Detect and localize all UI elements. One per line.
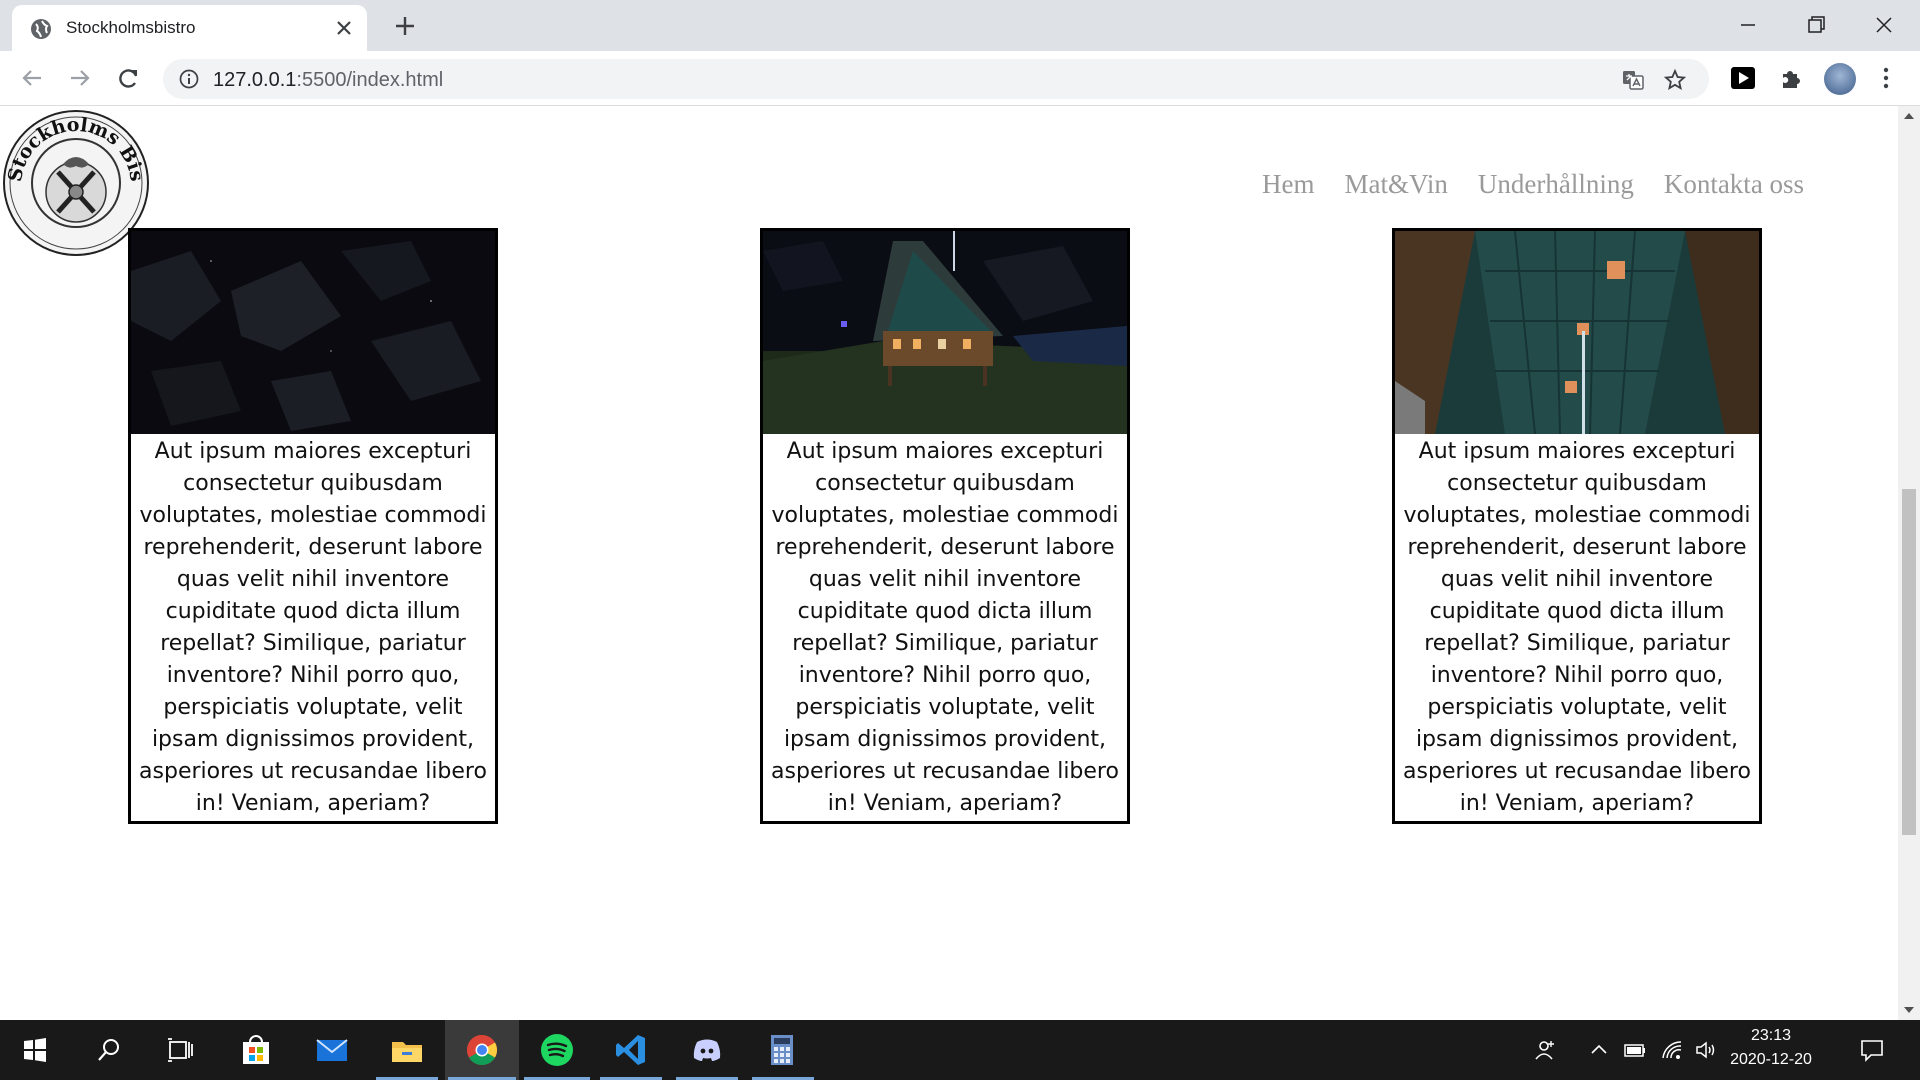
nav-link-mat-vin[interactable]: Mat&Vin (1344, 169, 1447, 200)
nav-link-underhallning[interactable]: Underhållning (1478, 169, 1634, 200)
minimize-icon[interactable] (1733, 10, 1763, 40)
wifi-icon[interactable] (1660, 1038, 1684, 1062)
browser-toolbar: 127.0.0.1:5500/index.html (0, 51, 1920, 106)
task-view-icon[interactable] (160, 1030, 200, 1070)
globe-icon (31, 19, 51, 39)
tab-title: Stockholmsbistro (66, 18, 196, 37)
windows-start-icon[interactable] (15, 1030, 55, 1070)
forward-icon[interactable] (65, 63, 95, 93)
page-viewport: Stockholms Bistro Hem Mat&Vin Underhålln… (0, 106, 1898, 1020)
scroll-down-arrow-icon[interactable] (1903, 1004, 1915, 1016)
content-card: Aut ipsum maiores excepturi consectetur … (760, 228, 1130, 824)
tab-strip: Stockholmsbistro (0, 0, 1920, 51)
clock-time: 23:13 (1750, 1027, 1792, 1044)
show-hidden-icons-chevron-icon[interactable] (1587, 1038, 1611, 1062)
site-info-icon[interactable] (179, 69, 199, 89)
close-tab-icon[interactable] (332, 16, 356, 40)
scroll-up-arrow-icon[interactable] (1903, 110, 1915, 122)
profile-avatar[interactable] (1824, 63, 1856, 95)
card-text: Aut ipsum maiores excepturi consectetur … (1403, 439, 1751, 816)
discord-icon[interactable] (687, 1030, 727, 1070)
page-scrollbar[interactable] (1898, 106, 1920, 1020)
bookmark-star-icon[interactable] (1663, 68, 1687, 92)
url-text: 127.0.0.1:5500/index.html (213, 69, 444, 91)
system-clock[interactable]: 23:13 2020-12-20 (1726, 1024, 1816, 1072)
translate-icon[interactable] (1621, 68, 1645, 92)
reload-icon[interactable] (114, 63, 144, 93)
more-menu-icon[interactable] (1874, 64, 1898, 92)
volume-icon[interactable] (1694, 1038, 1718, 1062)
close-window-icon[interactable] (1869, 10, 1899, 40)
calculator-icon[interactable] (762, 1030, 802, 1070)
file-explorer-icon[interactable] (387, 1030, 427, 1070)
content-card: Aut ipsum maiores excepturi consectetur … (128, 228, 498, 824)
nav-link-hem[interactable]: Hem (1262, 169, 1314, 200)
extensions-puzzle-icon[interactable] (1776, 63, 1806, 93)
content-card: Aut ipsum maiores excepturi consectetur … (1392, 228, 1762, 824)
action-center-icon[interactable] (1858, 1036, 1886, 1064)
card-text: Aut ipsum maiores excepturi consectetur … (771, 439, 1119, 816)
address-bar[interactable]: 127.0.0.1:5500/index.html (163, 59, 1709, 99)
nav-link-kontakta-oss[interactable]: Kontakta oss (1664, 169, 1804, 200)
card-text: Aut ipsum maiores excepturi consectetur … (139, 439, 487, 816)
main-nav: Hem Mat&Vin Underhållning Kontakta oss (1262, 169, 1804, 200)
clock-date: 2020-12-20 (1730, 1051, 1812, 1068)
mail-icon[interactable] (312, 1030, 352, 1070)
new-tab-icon[interactable] (391, 12, 419, 40)
windows-taskbar: 23:13 2020-12-20 (0, 1020, 1920, 1080)
back-icon[interactable] (17, 63, 47, 93)
spotify-icon[interactable] (537, 1030, 577, 1070)
search-icon[interactable] (89, 1030, 129, 1070)
scroll-thumb[interactable] (1902, 489, 1916, 835)
restore-icon[interactable] (1801, 10, 1831, 40)
people-icon[interactable] (1533, 1038, 1557, 1062)
browser-tab[interactable]: Stockholmsbistro (12, 5, 367, 51)
card-image-house-at-night (763, 231, 1127, 434)
card-image-ceiling-lanterns (1395, 231, 1759, 434)
battery-icon[interactable] (1623, 1038, 1647, 1062)
card-image-night-sky (131, 231, 495, 434)
chrome-icon[interactable] (462, 1030, 502, 1070)
vscode-icon[interactable] (611, 1030, 651, 1070)
store-icon[interactable] (236, 1030, 276, 1070)
extension-play-icon[interactable] (1728, 63, 1758, 93)
